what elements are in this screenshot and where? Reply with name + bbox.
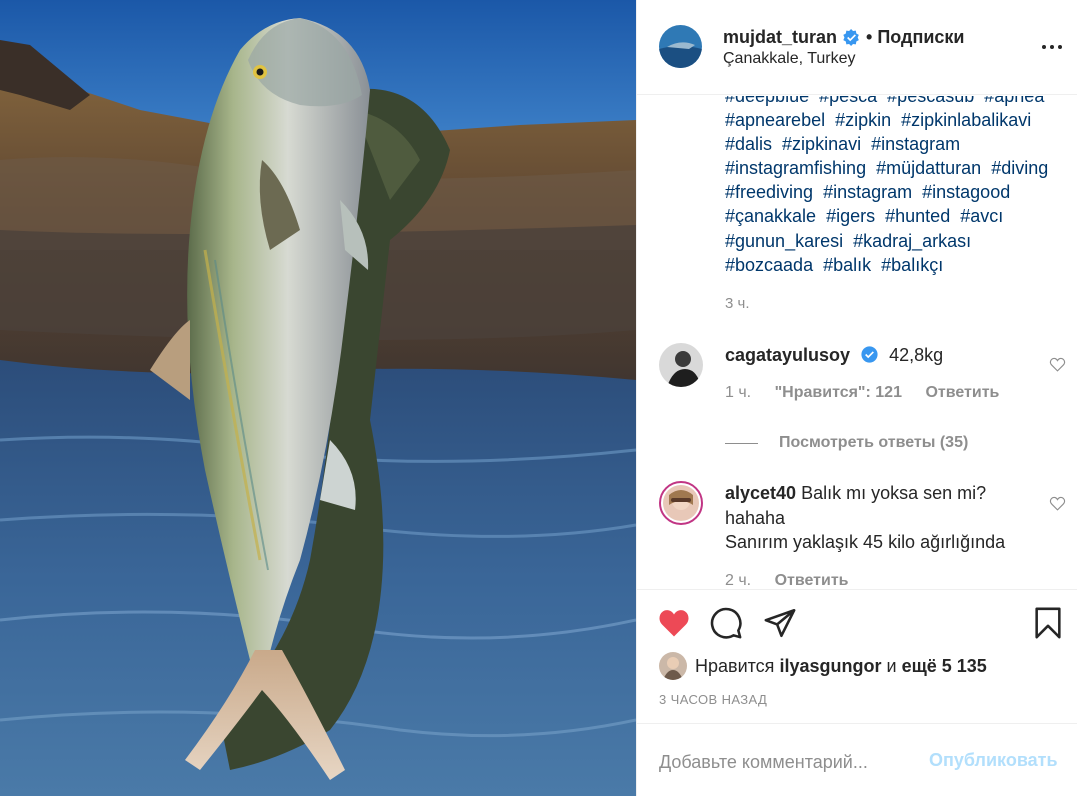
hashtag-link[interactable]: #avcı xyxy=(960,206,1003,226)
comment-likes-count[interactable]: "Нравится": 121 xyxy=(775,384,902,401)
follow-status-button[interactable]: Подписки xyxy=(877,27,964,48)
comment-time: 1 ч. xyxy=(725,384,752,401)
post-photo[interactable] xyxy=(0,0,636,796)
header-separator: • xyxy=(866,27,873,47)
hashtag-link[interactable]: #müjdatturan xyxy=(876,158,981,178)
replies-divider xyxy=(725,442,758,444)
author-avatar[interactable] xyxy=(659,25,702,68)
comment-icon[interactable] xyxy=(709,606,743,640)
post-location[interactable]: Çanakkale, Turkey xyxy=(723,50,856,68)
hashtag-link[interactable]: #zipkin xyxy=(835,110,891,130)
author-username[interactable]: mujdat_turan xyxy=(723,27,837,48)
commenter-avatar[interactable] xyxy=(659,481,703,525)
view-replies-button[interactable]: Посмотреть ответы (35) xyxy=(725,434,968,452)
more-options-icon[interactable] xyxy=(1037,35,1067,59)
hashtag-link[interactable]: #igers xyxy=(826,206,875,226)
hashtag-link[interactable]: #bozcaada xyxy=(725,255,813,275)
hashtag-link[interactable]: #apnea xyxy=(984,96,1044,106)
hashtag-link[interactable]: #diving xyxy=(991,158,1048,178)
hashtag-link[interactable]: #gunun_karesi xyxy=(725,231,843,251)
post-details-panel: mujdat_turan • Подписки Çanakkale, Turke… xyxy=(636,0,1077,796)
likes-count[interactable]: ещё 5 135 xyxy=(902,656,987,677)
hashtag-link[interactable]: #çanakkale xyxy=(725,206,816,226)
comment-meta: 1 ч. "Нравится": 121 Ответить xyxy=(725,384,1018,402)
commenter-username[interactable]: alycet40 xyxy=(725,483,796,503)
hashtag-link[interactable]: #instagood xyxy=(922,182,1010,202)
hashtag-link[interactable]: #instagram xyxy=(871,134,960,154)
author-line: mujdat_turan • Подписки xyxy=(723,27,964,48)
hashtag-link[interactable]: #instagramfishing xyxy=(725,158,866,178)
verified-badge-icon xyxy=(861,346,878,363)
view-replies-label: Посмотреть ответы (35) xyxy=(779,434,969,451)
hashtag-link[interactable]: #apnearebel xyxy=(725,110,825,130)
caption-hashtags: #deepblue #pesca #pescasub #apnea #apnea… xyxy=(725,96,1070,277)
comment-body-line2: Sanırım yaklaşık 45 kilo ağırlığında xyxy=(725,532,1006,552)
likes-summary[interactable]: Нравится ilyasgungor и ещё 5 135 xyxy=(659,652,987,680)
hashtag-link[interactable]: #instagram xyxy=(823,182,912,202)
likes-conjunction: и xyxy=(886,655,897,676)
hashtag-link[interactable]: #dalis xyxy=(725,134,772,154)
commenter-username[interactable]: cagatayulusoy xyxy=(725,345,850,365)
commenter-avatar[interactable] xyxy=(659,343,703,387)
reply-button[interactable]: Ответить xyxy=(775,572,849,588)
hashtag-link[interactable]: #pesca xyxy=(819,96,877,106)
hashtag-link[interactable]: #zipkinavi xyxy=(782,134,861,154)
add-comment-bar: Опубликовать xyxy=(637,723,1077,796)
caption-time: 3 ч. xyxy=(725,295,750,312)
comments-section[interactable]: #deepblue #pesca #pescasub #apnea #apnea… xyxy=(637,96,1077,588)
bookmark-icon[interactable] xyxy=(1031,606,1065,640)
comment-text: alycet40 Balık mı yoksa sen mi? hahaha S… xyxy=(725,481,1035,555)
comment-text: cagatayulusoy 42,8kg xyxy=(725,343,1035,368)
comment-input[interactable] xyxy=(659,748,929,776)
reply-button[interactable]: Ответить xyxy=(925,384,999,401)
hashtag-link[interactable]: #balıkçı xyxy=(881,255,943,275)
hashtag-link[interactable]: #kadraj_arkası xyxy=(853,231,971,251)
post-timestamp: 3 ЧАСОВ НАЗАД xyxy=(659,692,768,707)
comment-body: 42,8kg xyxy=(889,345,944,365)
liker-username[interactable]: ilyasgungor xyxy=(779,656,881,677)
hashtag-link[interactable]: #hunted xyxy=(885,206,950,226)
hashtag-link[interactable]: #deepblue xyxy=(725,96,809,106)
verified-badge-icon xyxy=(843,29,859,46)
hashtag-link[interactable]: #freediving xyxy=(725,182,813,202)
liker-avatar xyxy=(659,652,687,680)
hashtag-link[interactable]: #pescasub xyxy=(887,96,974,106)
hashtag-link[interactable]: #balık xyxy=(823,255,871,275)
heart-filled-icon[interactable] xyxy=(657,606,691,640)
likes-prefix: Нравится xyxy=(695,655,775,676)
hashtag-link[interactable]: #zipkinlabalikavi xyxy=(901,110,1031,130)
share-icon[interactable] xyxy=(763,606,797,640)
fish-photo-image xyxy=(0,0,636,796)
post-comment-button[interactable]: Опубликовать xyxy=(929,750,1058,771)
comment-meta: 2 ч. Ответить xyxy=(725,572,868,588)
like-comment-icon[interactable] xyxy=(1049,495,1066,512)
post-actions: Нравится ilyasgungor и ещё 5 135 3 ЧАСОВ… xyxy=(637,589,1077,723)
comment-time: 2 ч. xyxy=(725,572,752,588)
like-comment-icon[interactable] xyxy=(1049,356,1066,373)
post-header: mujdat_turan • Подписки Çanakkale, Turke… xyxy=(637,0,1077,95)
